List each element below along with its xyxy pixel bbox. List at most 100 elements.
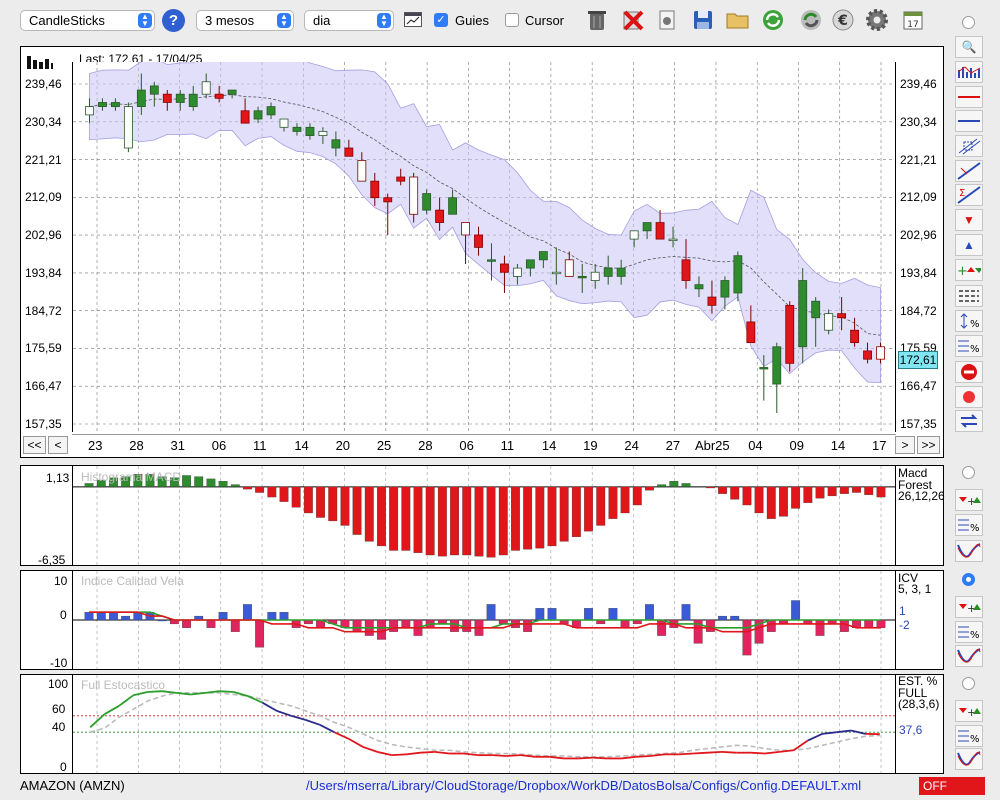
stoch-value: 37,6: [899, 723, 923, 737]
y-tick-label: 202,96: [25, 228, 62, 243]
stoch-k-segment: [621, 755, 636, 760]
candle-body: [876, 346, 885, 360]
stoch-panel-radio[interactable]: [962, 677, 975, 690]
status-off-badge[interactable]: OFF: [919, 777, 985, 795]
y-tick-label: 166,47: [25, 379, 62, 394]
macd-params: 26,12,26: [898, 489, 945, 503]
add-signal-icon[interactable]: +: [955, 489, 983, 511]
horizontal-line-blue-icon[interactable]: [955, 110, 983, 132]
zoom-icon[interactable]: 🔍: [955, 36, 983, 58]
curve-icon[interactable]: [955, 748, 983, 770]
percent-range-icon[interactable]: %: [955, 310, 983, 332]
icv-plot-area[interactable]: Indice Calidad Vela: [72, 571, 896, 669]
candle-body: [422, 193, 432, 211]
stoch-k-segment: [506, 754, 521, 757]
horizontal-line-red-icon[interactable]: [955, 86, 983, 108]
fibonacci-tool-icon[interactable]: Σ: [955, 184, 983, 206]
icv-bar: [230, 619, 240, 632]
stoch-plot-area[interactable]: Full Estocastico: [72, 675, 896, 773]
guides-label: Guies: [455, 13, 489, 28]
x-tick-label: 14: [830, 438, 846, 453]
macd-bar: [766, 486, 776, 519]
nav-first-button[interactable]: <<: [23, 436, 46, 454]
trendline-tool-icon[interactable]: [955, 160, 983, 182]
percent-lines-icon[interactable]: %: [955, 621, 983, 643]
icv-bar: [206, 619, 216, 628]
add-indicator-icon[interactable]: +: [955, 259, 983, 281]
channel-tool-icon[interactable]: [955, 135, 983, 157]
period-select[interactable]: 3 mesos ▲ ▼: [196, 10, 294, 31]
macd-bar: [571, 486, 581, 537]
candle-body: [772, 346, 782, 385]
candle-body: [681, 259, 691, 281]
stop-icon[interactable]: [955, 361, 983, 383]
nav-next-button[interactable]: >: [895, 436, 915, 454]
delete-icon[interactable]: [620, 7, 646, 33]
refresh-icon[interactable]: [760, 7, 786, 33]
euro-icon[interactable]: €: [830, 7, 856, 33]
dashed-lines-icon[interactable]: [955, 285, 983, 307]
macd-bar: [779, 486, 788, 517]
record-icon[interactable]: [955, 386, 983, 408]
config-path-link[interactable]: /Users/mserra/Library/CloudStorage/Dropb…: [306, 778, 861, 793]
stoch-k-segment: [362, 746, 378, 753]
chart-type-select[interactable]: CandleSticks ▲ ▼: [20, 10, 155, 31]
swap-icon[interactable]: [955, 410, 983, 432]
macd-bar: [206, 478, 216, 487]
candle-body: [240, 110, 250, 124]
arrow-down-icon[interactable]: ▼: [955, 209, 983, 231]
macd-bar: [705, 486, 715, 489]
curve-icon[interactable]: [955, 645, 983, 667]
gear-icon[interactable]: [864, 7, 890, 33]
candle-body: [253, 110, 263, 120]
percent-lines-icon[interactable]: %: [955, 335, 983, 357]
cursor-label: Cursor: [525, 13, 565, 28]
icv-bar: [377, 619, 386, 640]
icv-bar: [121, 615, 131, 621]
icv-bar: [705, 619, 715, 632]
calendar-icon[interactable]: 17: [900, 7, 926, 33]
percent-lines-icon[interactable]: %: [955, 514, 983, 536]
help-icon[interactable]: ?: [162, 9, 185, 32]
folder-icon[interactable]: [725, 7, 751, 33]
icv-panel-radio[interactable]: [962, 573, 975, 586]
y-tick-label: 212,09: [25, 190, 62, 205]
macd-bar: [425, 486, 435, 556]
nav-prev-button[interactable]: <: [48, 436, 68, 454]
save-icon[interactable]: [690, 7, 716, 33]
macd-bar: [827, 486, 837, 497]
arrow-up-icon[interactable]: ▲: [955, 234, 983, 256]
interval-select[interactable]: dia ▲ ▼: [304, 10, 394, 31]
sync-icon[interactable]: [798, 7, 824, 33]
macd-bar: [803, 486, 813, 503]
guides-checkbox[interactable]: ✓: [434, 13, 448, 27]
chart-window-icon[interactable]: [404, 12, 422, 27]
x-tick-label: 31: [170, 438, 185, 453]
x-tick-label: 11: [253, 438, 267, 453]
stoch-k-segment: [133, 691, 148, 697]
icv-bar: [681, 604, 691, 621]
curve-icon[interactable]: [955, 540, 983, 562]
macd-plot-area[interactable]: Histograma MACD: [72, 466, 896, 565]
trash-icon[interactable]: [584, 7, 610, 33]
cursor-checkbox[interactable]: [505, 13, 519, 27]
icv-bar: [462, 619, 472, 632]
stoch-k-segment: [635, 755, 651, 758]
add-signal-icon[interactable]: +: [955, 596, 983, 618]
nav-last-button[interactable]: >>: [917, 436, 940, 454]
macd-panel-radio[interactable]: [962, 466, 975, 479]
document-icon[interactable]: [654, 7, 680, 33]
candle-body: [850, 329, 860, 344]
price-plot-area[interactable]: [72, 62, 896, 432]
macd-bar: [474, 486, 484, 557]
macd-bar: [328, 486, 338, 522]
icv-params: 5, 3, 1: [898, 582, 932, 596]
main-panel-radio[interactable]: [962, 16, 975, 29]
chevron-updown-icon: ▲ ▼: [138, 13, 152, 28]
candle-body: [227, 89, 237, 95]
y-tick-label: 184,72: [25, 303, 62, 318]
add-signal-icon[interactable]: +: [955, 700, 983, 722]
bars-chart-icon[interactable]: [955, 61, 983, 83]
macd-bar: [303, 486, 313, 514]
percent-lines-icon[interactable]: %: [955, 725, 983, 747]
